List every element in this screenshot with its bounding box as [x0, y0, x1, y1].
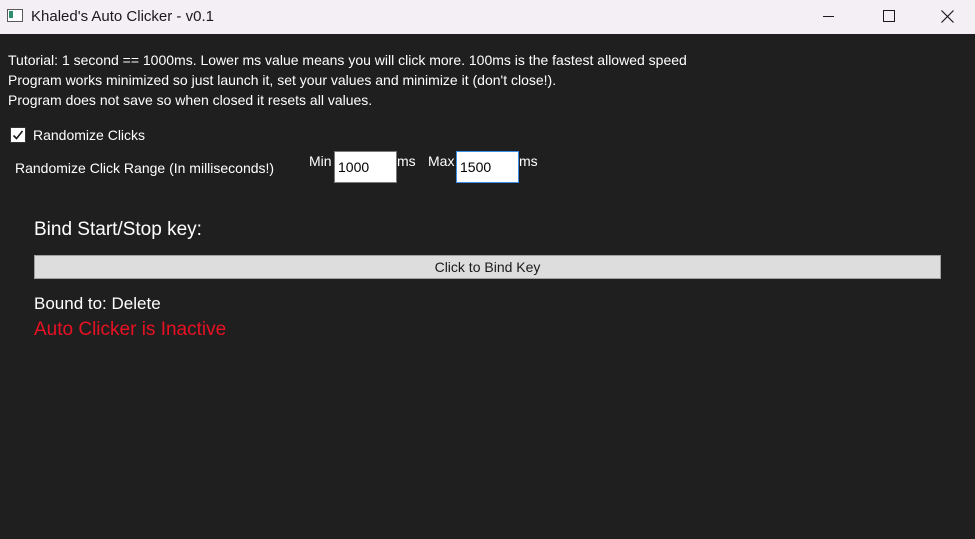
close-icon	[941, 10, 954, 23]
maximize-button[interactable]	[866, 0, 912, 34]
min-unit-label: ms	[397, 153, 416, 169]
app-window: Khaled's Auto Clicker - v0.1 Tutorial: 1…	[0, 0, 975, 539]
randomize-clicks-checkbox[interactable]	[10, 127, 26, 143]
min-ms-input[interactable]	[334, 151, 397, 183]
bound-key-text: Bound to: Delete	[34, 294, 161, 313]
tutorial-line-2: Program works minimized so just launch i…	[8, 72, 557, 88]
bind-key-heading: Bind Start/Stop key:	[34, 219, 202, 240]
max-unit-label: ms	[519, 153, 538, 169]
status-text: Auto Clicker is Inactive	[34, 319, 227, 340]
randomize-clicks-label[interactable]: Randomize Clicks	[33, 127, 145, 143]
minimize-button[interactable]	[805, 0, 851, 34]
title-bar: Khaled's Auto Clicker - v0.1	[0, 0, 975, 34]
tutorial-line-1: Tutorial: 1 second == 1000ms. Lower ms v…	[8, 52, 687, 68]
tutorial-line-3: Program does not save so when closed it …	[8, 92, 373, 108]
window-title: Khaled's Auto Clicker - v0.1	[31, 8, 214, 25]
randomize-range-label: Randomize Click Range (In milliseconds!)	[15, 160, 275, 176]
max-ms-input[interactable]	[456, 151, 519, 183]
close-button[interactable]	[924, 0, 970, 34]
tutorial-text: Tutorial: 1 second == 1000ms. Lower ms v…	[8, 50, 687, 110]
min-label: Min	[309, 153, 332, 169]
max-label: Max	[428, 153, 455, 169]
app-window-icon	[7, 9, 23, 22]
bind-key-button[interactable]: Click to Bind Key	[34, 255, 941, 279]
checkmark-icon	[12, 130, 24, 140]
